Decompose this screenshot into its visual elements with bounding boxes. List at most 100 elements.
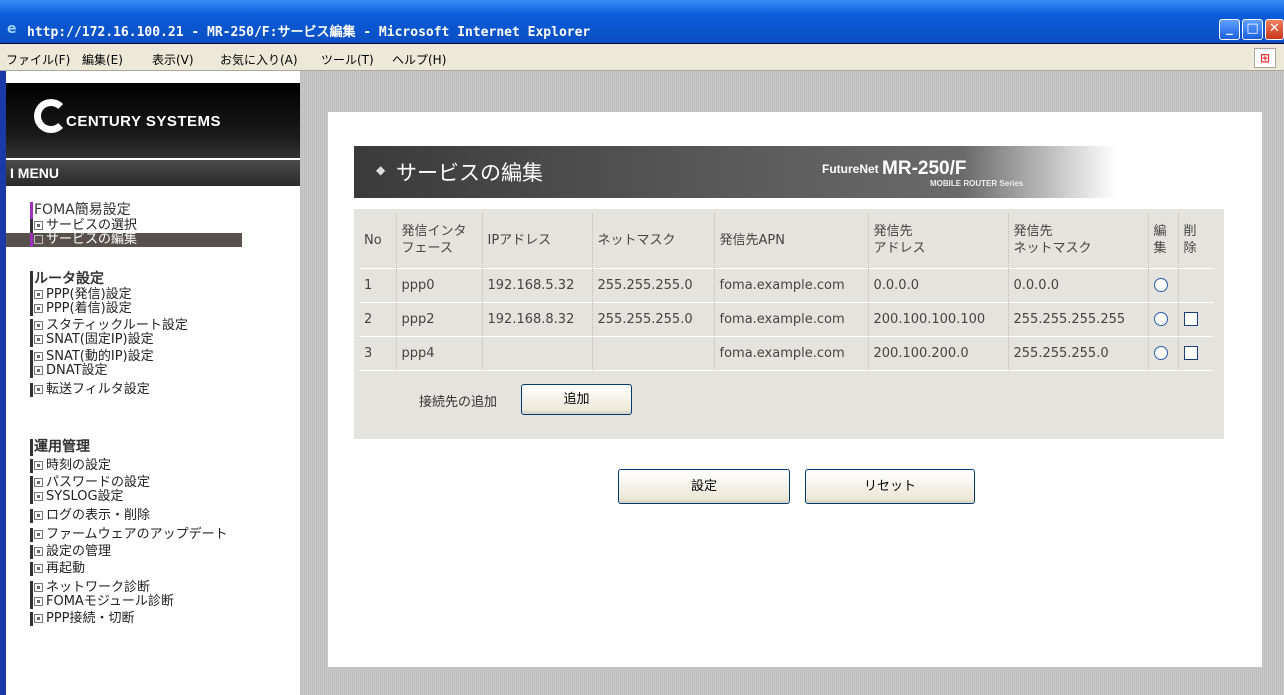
cell-edit [1147, 336, 1178, 371]
sidebar-item-service-select[interactable]: サービスの選択 [6, 219, 300, 233]
bullet-icon [34, 321, 43, 330]
header-apn: 発信先APN [713, 213, 868, 269]
header-delete: 削除 [1177, 213, 1213, 269]
cell-apn: foma.example.com [713, 268, 868, 303]
sidebar-item-ppp-in[interactable]: PPP(着信)設定 [6, 302, 300, 316]
bullet-icon [34, 366, 43, 375]
logo-arc-icon [34, 99, 68, 133]
diamond-icon: ◆ [376, 163, 386, 177]
sidebar-item-snat-dynamic[interactable]: SNAT(動的IP)設定 [6, 350, 300, 364]
sidebar-item-password[interactable]: パスワードの設定 [6, 476, 300, 490]
header-ip: IPアドレス [481, 213, 592, 269]
menu-view[interactable]: 表示(V) [152, 51, 194, 68]
header-dest: 発信先 アドレス [867, 213, 1008, 269]
section-title-router: ルータ設定 [6, 271, 300, 288]
maximize-button[interactable]: □ [1242, 19, 1263, 40]
cell-edit [1147, 268, 1178, 303]
cell-ip: 192.168.8.32 [481, 302, 592, 337]
cell-ip: 192.168.5.32 [481, 268, 592, 303]
bullet-icon [34, 335, 43, 344]
cell-dest: 0.0.0.0 [867, 268, 1008, 303]
sidebar-item-time[interactable]: 時刻の設定 [6, 459, 300, 473]
edit-radio[interactable] [1153, 312, 1168, 326]
sidebar-item-config[interactable]: 設定の管理 [6, 545, 300, 559]
cell-ip [481, 336, 592, 371]
sidebar-item-static-route[interactable]: スタティックルート設定 [6, 319, 300, 333]
section-title-foma: FOMA簡易設定 [6, 202, 300, 219]
cell-dest: 200.100.100.100 [867, 302, 1008, 337]
window-title: http://172.16.100.21 - MR-250/F:サービス編集 -… [27, 25, 591, 40]
sidebar-item-foma-diag[interactable]: FOMAモジュール診断 [6, 595, 300, 609]
page-banner: ◆ サービスの編集 FutureNet MR-250/F MOBILE ROUT… [354, 146, 1116, 198]
menu-help[interactable]: ヘルプ(H) [392, 51, 446, 68]
section-router: ルータ設定 PPP(発信)設定 PPP(着信)設定 スタティックルート設定 SN… [6, 271, 300, 397]
minimize-button[interactable]: _ [1219, 19, 1240, 40]
cell-mask: 255.255.255.0 [591, 268, 714, 303]
bullet-icon [34, 461, 43, 470]
bullet-icon [34, 547, 43, 556]
cell-apn: foma.example.com [713, 302, 868, 337]
section-foma: FOMA簡易設定 サービスの選択 サービスの編集 [6, 202, 300, 247]
sidebar-item-ppp-connect[interactable]: PPP接続・切断 [6, 612, 300, 626]
bullet-icon [34, 530, 43, 539]
cell-no: 2 [359, 302, 396, 337]
header-mask: ネットマスク [591, 213, 714, 269]
submit-button[interactable]: 設定 [618, 469, 790, 504]
cell-delete [1177, 302, 1213, 337]
service-table-box: No 発信インタ フェース IPアドレス ネットマスク 発信先APN 発信先 アドレ… [354, 209, 1224, 439]
delete-checkbox[interactable] [1183, 346, 1198, 360]
cell-iface: ppp2 [395, 302, 482, 337]
cell-delete [1177, 268, 1213, 303]
section-title-admin: 運用管理 [6, 439, 300, 456]
header-iface: 発信インタ フェース [395, 213, 482, 269]
menu-favorites[interactable]: お気に入り(A) [220, 51, 298, 68]
close-button[interactable]: ✕ [1265, 19, 1284, 40]
add-connection-label: 接続先の追加 [419, 395, 498, 410]
cell-iface: ppp4 [395, 336, 482, 371]
cell-no: 1 [359, 268, 396, 303]
table-header-row: No 発信インタ フェース IPアドレス ネットマスク 発信先APN 発信先 アドレ… [359, 213, 1213, 269]
sidebar-item-syslog[interactable]: SYSLOG設定 [6, 490, 300, 504]
sidebar-item-dnat[interactable]: DNAT設定 [6, 364, 300, 378]
sidebar-item-service-edit[interactable]: サービスの編集 [6, 233, 242, 247]
cell-delete [1177, 336, 1213, 371]
reset-button[interactable]: リセット [805, 469, 975, 504]
menu-tools[interactable]: ツール(T) [321, 51, 374, 68]
bullet-icon [34, 352, 43, 361]
windows-logo-icon: ⊞ [1254, 48, 1276, 68]
delete-checkbox[interactable] [1183, 312, 1198, 326]
sidebar-item-ppp-out[interactable]: PPP(発信)設定 [6, 288, 300, 302]
sidebar-item-filter[interactable]: 転送フィルタ設定 [6, 383, 300, 397]
service-table: No 発信インタ フェース IPアドレス ネットマスク 発信先APN 発信先 アドレ… [359, 213, 1213, 371]
brand-logo: CENTURY SYSTEMS [6, 83, 300, 158]
bullet-icon [34, 564, 43, 573]
header-no: No [359, 213, 396, 269]
menu-file[interactable]: ファイル(F) [6, 51, 70, 68]
edit-radio[interactable] [1153, 278, 1168, 292]
brand-name: CENTURY SYSTEMS [66, 113, 222, 130]
sidebar-item-reboot[interactable]: 再起動 [6, 562, 300, 576]
bullet-icon [34, 304, 43, 313]
edit-radio[interactable] [1153, 346, 1168, 360]
main-panel: ◆ サービスの編集 FutureNet MR-250/F MOBILE ROUT… [328, 112, 1262, 667]
cell-mask [591, 336, 714, 371]
sidebar-item-net-diag[interactable]: ネットワーク診断 [6, 581, 300, 595]
add-button[interactable]: 追加 [521, 384, 632, 415]
bullet-icon [34, 614, 43, 623]
table-row: 2 ppp2 192.168.8.32 255.255.255.0 foma.e… [359, 302, 1213, 337]
sidebar-item-log[interactable]: ログの表示・削除 [6, 509, 300, 523]
bullet-icon [34, 492, 43, 501]
header-dest-mask: 発信先 ネットマスク [1007, 213, 1148, 269]
sidebar-item-firmware[interactable]: ファームウェアのアップデート [6, 528, 300, 542]
product-series: MOBILE ROUTER Series [930, 179, 1024, 188]
bullet-icon [34, 511, 43, 520]
sidebar-item-snat-fixed[interactable]: SNAT(固定IP)設定 [6, 333, 300, 347]
menu-edit[interactable]: 編集(E) [82, 51, 123, 68]
ie-icon: e [7, 21, 17, 37]
header-edit: 編集 [1147, 213, 1178, 269]
bullet-icon [34, 478, 43, 487]
table-row: 3 ppp4 foma.example.com 200.100.200.0 25… [359, 336, 1213, 371]
cell-dest-mask: 255.255.255.255 [1007, 302, 1148, 337]
cell-dest-mask: 255.255.255.0 [1007, 336, 1148, 371]
cell-edit [1147, 302, 1178, 337]
